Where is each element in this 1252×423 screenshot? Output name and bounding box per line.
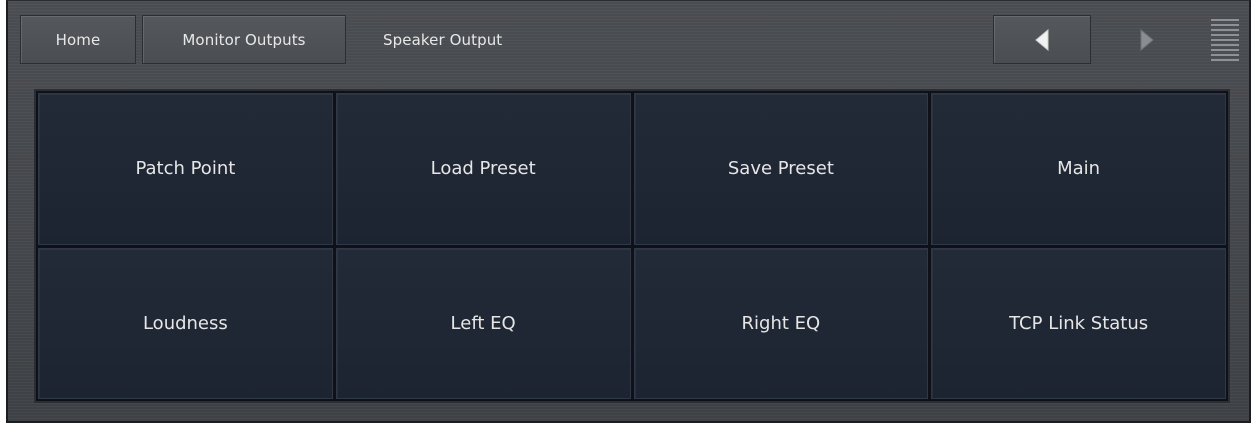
triangle-left-icon [1035, 28, 1049, 51]
menu-lines-graphic [1211, 19, 1239, 61]
patch-point-button[interactable]: Patch Point [38, 93, 333, 245]
breadcrumb-home-button[interactable]: Home [20, 15, 136, 64]
top-navigation-bar: Home Monitor Outputs Speaker Output [8, 1, 1249, 73]
breadcrumb-current-page: Speaker Output [383, 30, 503, 49]
load-preset-button[interactable]: Load Preset [335, 93, 631, 245]
next-page-button[interactable] [1098, 15, 1196, 64]
save-preset-button[interactable]: Save Preset [633, 93, 929, 245]
previous-page-button[interactable] [993, 15, 1091, 64]
breadcrumb-monitor-outputs-button[interactable]: Monitor Outputs [142, 15, 346, 64]
menu-grid: Patch Point Load Preset Save Preset Main… [34, 89, 1230, 403]
left-eq-button[interactable]: Left EQ [335, 247, 631, 399]
tcp-link-status-button[interactable]: TCP Link Status [931, 247, 1226, 399]
right-eq-button[interactable]: Right EQ [633, 247, 929, 399]
main-button[interactable]: Main [931, 93, 1226, 245]
triangle-right-icon [1140, 28, 1154, 51]
menu-lines-icon[interactable] [1207, 15, 1243, 64]
loudness-button[interactable]: Loudness [38, 247, 333, 399]
app-window: Home Monitor Outputs Speaker Output Patc… [6, 0, 1251, 423]
